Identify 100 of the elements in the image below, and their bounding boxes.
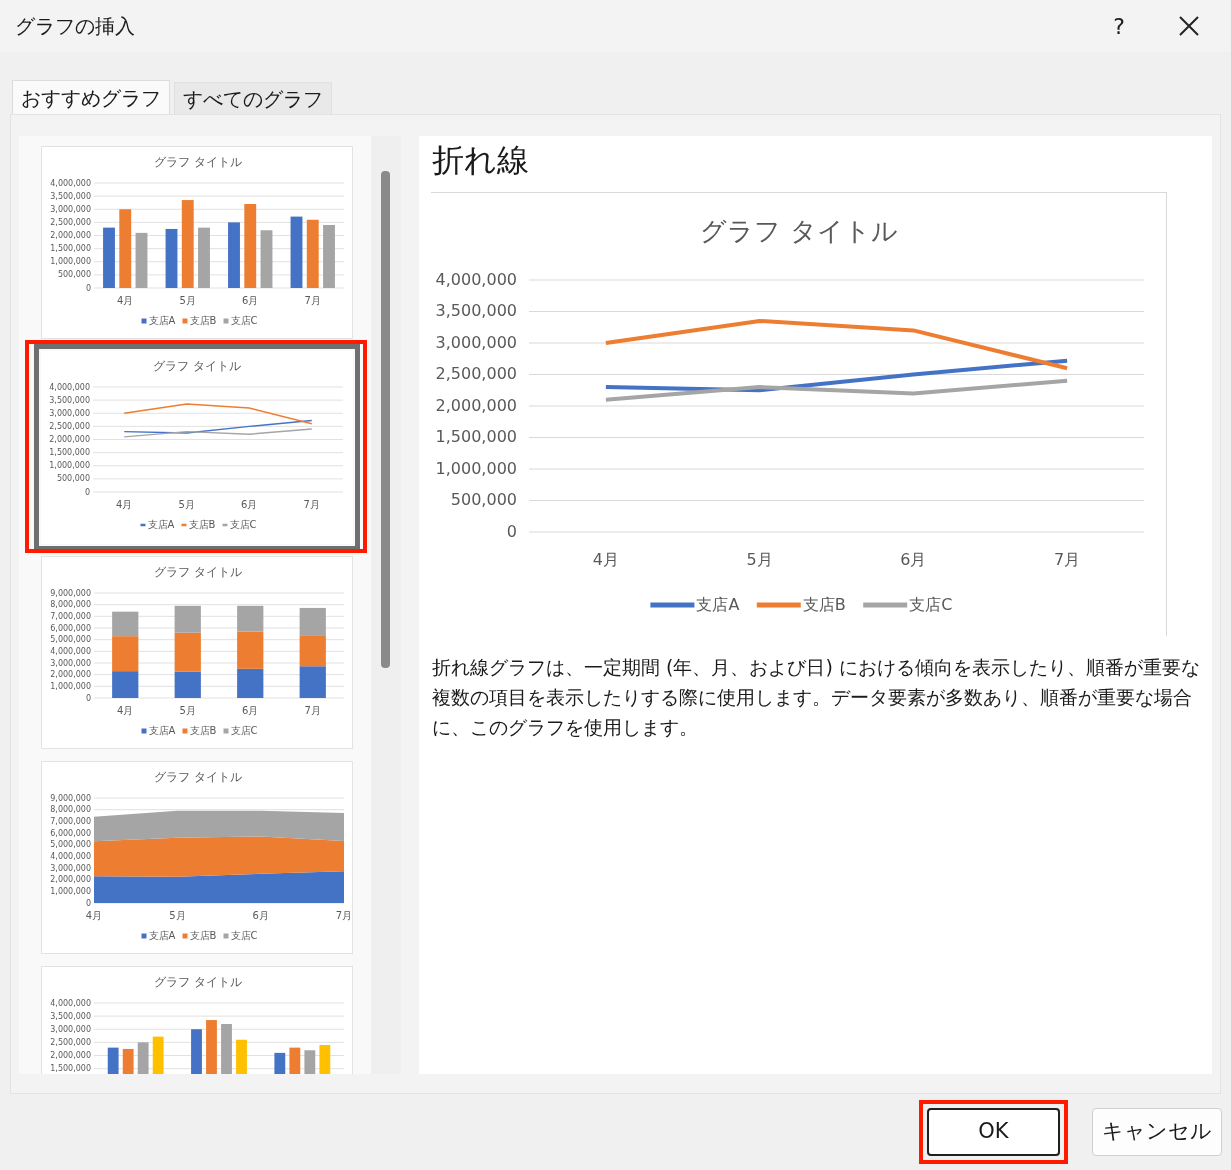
legend-label: 支店C	[909, 594, 953, 614]
axis-label: 4,000,000	[435, 269, 517, 289]
axis-label: 6月	[241, 499, 258, 510]
axis-label: 6,000,000	[50, 623, 91, 633]
axis-label: 6月	[242, 705, 259, 716]
axis-label: 5月	[178, 499, 195, 510]
axis-label: 2,000,000	[50, 231, 91, 240]
axis-label: 1,500,000	[435, 427, 517, 446]
axis-label: 0	[85, 898, 91, 908]
axis-label: 7月	[335, 910, 352, 921]
axis-label: 4月	[117, 295, 134, 306]
axis-label: 0	[506, 521, 517, 541]
axis-label: 1,000,000	[50, 681, 91, 691]
axis-label: 9,000,000	[50, 793, 91, 803]
axis-label: 3,000,000	[50, 204, 91, 214]
axis-label: 3,000,000	[49, 408, 90, 418]
axis-label: 4月	[592, 549, 619, 569]
axis-label: 7月	[1054, 549, 1081, 569]
axis-label: 7月	[304, 705, 321, 716]
axis-label: 1,000,000	[435, 458, 517, 478]
axis-label: 3,500,000	[50, 1011, 91, 1021]
axis-label: 7月	[304, 295, 321, 306]
axis-label: 8,000,000	[50, 805, 91, 815]
axis-label: 8,000,000	[50, 600, 91, 610]
axis-label: 2,000,000	[49, 435, 90, 444]
axis-label: 5,000,000	[50, 840, 91, 850]
axis-label: 0	[85, 283, 91, 293]
legend-label: 支店C	[229, 519, 257, 530]
chart-thumbnail[interactable]: グラフ タイトル 1,500,000 2,000,000 2,500,000 3,000,000 3,500,000 4,000,000	[41, 966, 353, 1074]
close-icon	[1178, 15, 1200, 37]
legend-label: 支店C	[230, 315, 258, 326]
chart-title: グラフ タイトル	[154, 769, 242, 784]
legend-label: 支店B	[189, 725, 217, 736]
axis-label: 6月	[900, 549, 927, 569]
axis-label: 4月	[85, 910, 103, 921]
axis-label: 2,500,000	[435, 364, 517, 383]
axis-label: 4,000,000	[50, 646, 91, 656]
axis-label: 4,000,000	[49, 382, 90, 392]
legend-label: 支店A	[696, 594, 740, 614]
axis-label: 5月	[179, 295, 196, 306]
axis-label: 1,000,000	[49, 461, 90, 471]
chart-thumbnail[interactable]: グラフ タイトル 0 1,000,000 2,000,000 3,000,000 4,000,000 5,000,000 6,000,000 7,000,000 8,000,000 9,000,000 4月 5月 6月 7月 支店A 支店B 支店C	[41, 556, 353, 749]
axis-label: 2,500,000	[50, 217, 91, 227]
axis-label: 2,500,000	[49, 421, 90, 431]
axis-label: 7,000,000	[50, 816, 91, 826]
legend-label: 支店A	[148, 315, 176, 326]
tab[interactable]: すべてのグラフ	[174, 82, 332, 114]
axis-label: 7月	[303, 499, 320, 510]
legend-label: 支店B	[189, 930, 217, 941]
axis-label: 3,000,000	[50, 1024, 91, 1034]
axis-label: 4月	[117, 705, 134, 716]
axis-label: 1,500,000	[50, 1064, 91, 1074]
chart-title: グラフ タイトル	[700, 215, 898, 246]
axis-label: 4,000,000	[50, 998, 91, 1008]
axis-label: 3,000,000	[50, 863, 91, 873]
axis-label: 5月	[169, 910, 186, 921]
axis-label: 2,500,000	[50, 1037, 91, 1047]
window-title: グラフの挿入	[15, 13, 135, 40]
axis-label: 1,000,000	[50, 257, 91, 267]
axis-label: 3,000,000	[50, 658, 91, 668]
tab[interactable]: おすすめグラフ	[12, 80, 170, 114]
chart-title: グラフ タイトル	[154, 974, 242, 989]
axis-label: 4,000,000	[50, 851, 91, 861]
axis-label: 500,000	[57, 270, 91, 280]
axis-label: 3,000,000	[435, 332, 517, 352]
help-button[interactable]: ?	[1099, 6, 1139, 46]
legend-label: 支店A	[148, 930, 176, 941]
axis-label: 2,000,000	[50, 670, 91, 680]
legend-label: 支店B	[802, 594, 846, 614]
axis-label: 5,000,000	[50, 635, 91, 645]
chart-type-title: 折れ線	[432, 140, 530, 180]
axis-label: 6月	[252, 910, 269, 921]
cancel-button[interactable]: キャンセル	[1092, 1108, 1222, 1156]
legend-label: 支店B	[189, 315, 217, 326]
axis-label: 5月	[179, 705, 196, 716]
axis-label: 6,000,000	[50, 828, 91, 838]
legend-label: 支店C	[230, 930, 258, 941]
axis-label: 2,000,000	[50, 875, 91, 885]
axis-label: 0	[85, 693, 91, 703]
axis-label: 6月	[242, 295, 259, 306]
axis-label: 7,000,000	[50, 611, 91, 621]
legend-label: 支店A	[147, 519, 175, 530]
legend-label: 支店C	[230, 725, 258, 736]
axis-label: 2,000,000	[435, 395, 517, 415]
axis-label: 1,500,000	[49, 448, 90, 458]
legend-label: 支店A	[148, 725, 176, 736]
chart-title: グラフ タイトル	[154, 564, 242, 579]
chart-title: グラフ タイトル	[154, 154, 242, 169]
chart-description: 折れ線グラフは、一定期間 (年、月、および日) における傾向を表示したり、順番が重要な複数の項目を表示したりする際に使用します。データ要素が多数あり、順番が重要な場合に、このグラフを使用します。	[432, 655, 1201, 740]
chart-title: グラフ タイトル	[153, 358, 241, 373]
scrollbar[interactable]	[371, 136, 401, 1074]
axis-label: 1,000,000	[50, 886, 91, 896]
axis-label: 500,000	[450, 490, 517, 509]
axis-label: 4月	[116, 499, 133, 510]
axis-label: 2,000,000	[50, 1051, 91, 1060]
ok-button[interactable]: OK	[927, 1108, 1060, 1156]
axis-label: 0	[84, 487, 90, 497]
chart-thumbnail[interactable]: グラフ タイトル 0 500,000 1,000,000 1,500,000 2,000,000 2,500,000 3,000,000 3,500,000 4,000,000 4月 5月 6月 7月 支店A 支店B 支店C	[41, 146, 353, 339]
axis-label: 3,500,000	[50, 191, 91, 201]
scrollbar-thumb[interactable]	[381, 171, 390, 668]
